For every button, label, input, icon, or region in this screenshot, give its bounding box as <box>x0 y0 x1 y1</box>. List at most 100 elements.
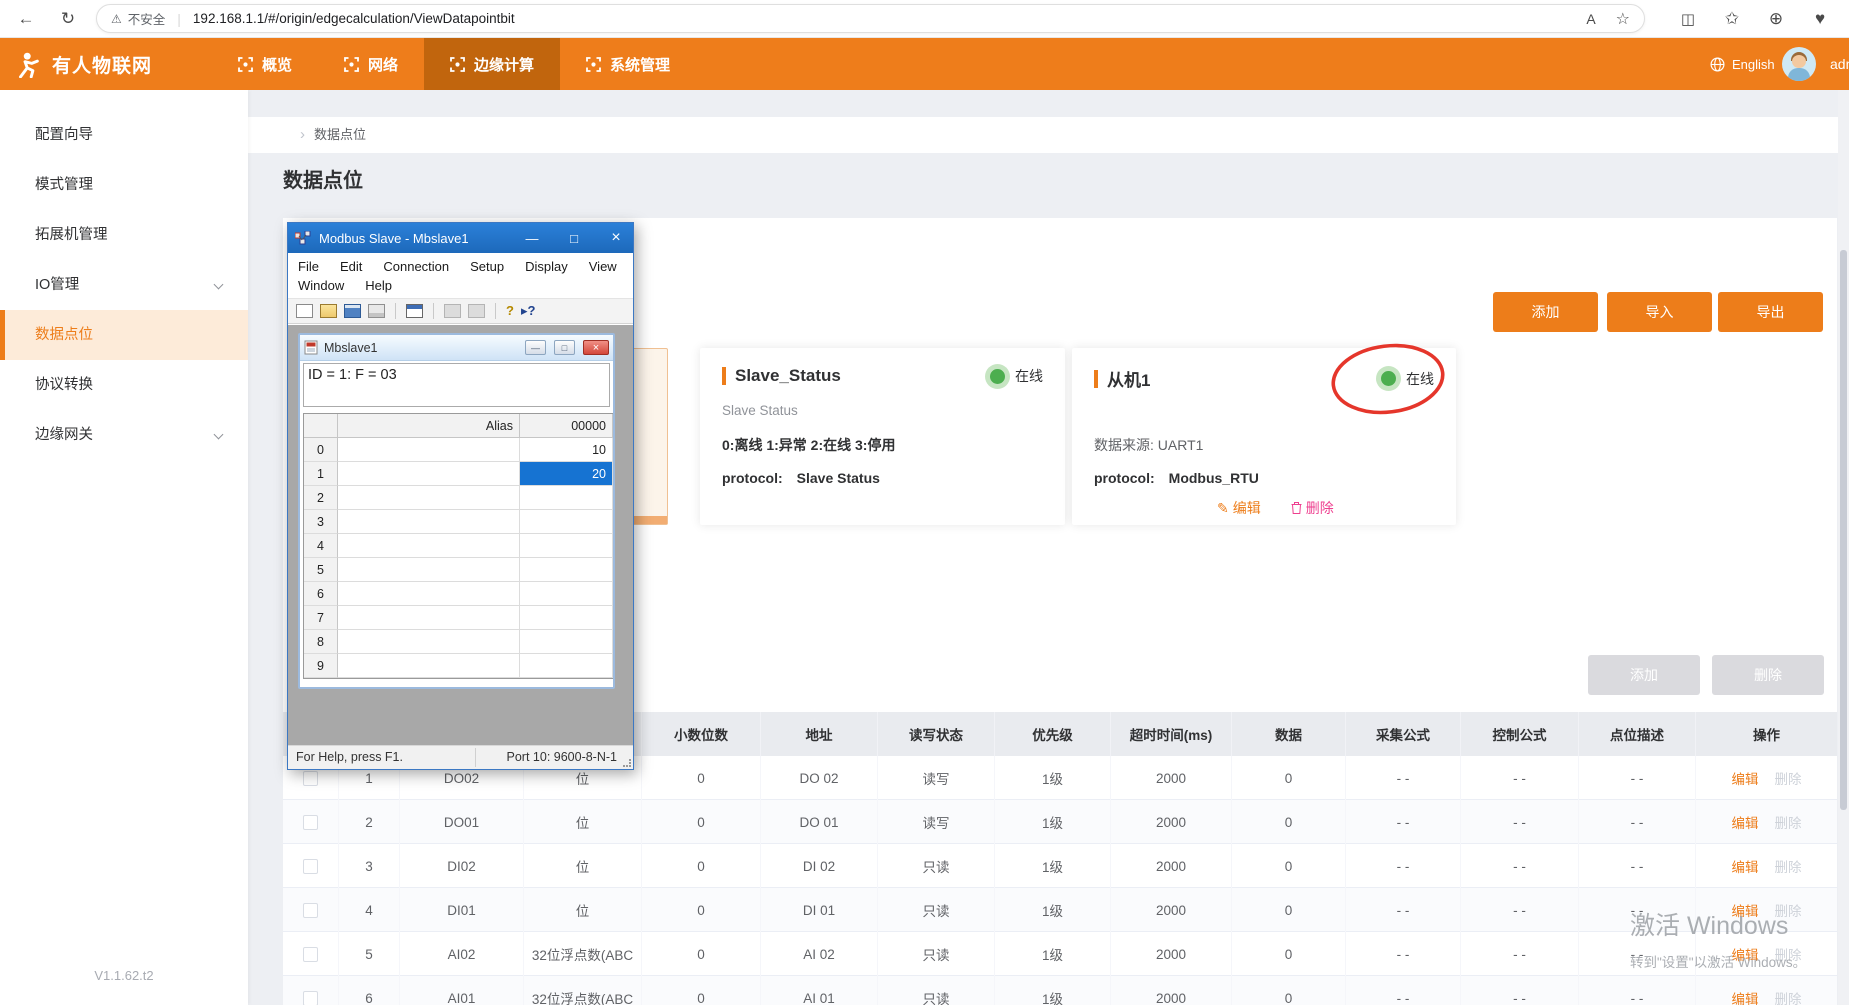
sidebar-item[interactable]: IO管理 <box>0 260 248 310</box>
sidebar-item[interactable]: 协议转换 <box>0 360 248 410</box>
row-checkbox[interactable] <box>303 815 318 830</box>
grid-alias-cell[interactable] <box>338 438 520 462</box>
row-delete-button[interactable]: 删除 <box>1775 812 1802 832</box>
menu-item[interactable]: Help <box>365 278 392 293</box>
grid-alias-cell[interactable] <box>338 558 520 582</box>
grid-alias-cell[interactable] <box>338 534 520 558</box>
display-setup-icon[interactable] <box>406 304 423 318</box>
import-button[interactable]: 导入 <box>1607 292 1712 332</box>
menu-item[interactable]: Connection <box>383 259 449 274</box>
nav-tab[interactable]: 系统管理 <box>560 38 696 90</box>
grid-alias-cell[interactable] <box>338 654 520 678</box>
nav-tab[interactable]: 网络 <box>318 38 424 90</box>
grid-value-cell[interactable] <box>520 510 613 534</box>
row-delete-button[interactable]: 删除 <box>1775 856 1802 876</box>
split-screen-icon[interactable]: ◫ <box>1672 0 1704 37</box>
poll-definition-icon[interactable] <box>444 304 461 318</box>
sidebar-item[interactable]: 数据点位 <box>0 310 248 360</box>
add-device-button[interactable]: 添加 <box>1493 292 1598 332</box>
row-checkbox[interactable] <box>303 859 318 874</box>
menu-item[interactable]: Setup <box>470 259 504 274</box>
sidebar-item[interactable]: 配置向导 <box>0 110 248 160</box>
slave-status-card[interactable]: Slave_Status 在线 Slave Status 0:离线 1:异常 2… <box>700 348 1065 525</box>
row-edit-button[interactable]: 编辑 <box>1732 812 1759 832</box>
device-card[interactable]: 从机1 在线 数据来源: UART1 protocol: Modbus_RTU … <box>1072 348 1456 525</box>
row-edit-button[interactable]: 编辑 <box>1732 900 1759 920</box>
row-edit-button[interactable]: 编辑 <box>1732 856 1759 876</box>
address-bar[interactable]: ⚠ 不安全 | 192.168.1.1/#/origin/edgecalcula… <box>96 4 1645 33</box>
row-delete-button[interactable]: 删除 <box>1775 944 1802 964</box>
favorites-bar-icon[interactable]: ✩ <box>1716 0 1748 37</box>
grid-value-cell[interactable] <box>520 558 613 582</box>
favorite-icon[interactable]: ☆ <box>1616 9 1630 29</box>
close-icon[interactable]: × <box>599 223 633 253</box>
context-help-icon[interactable]: ▸? <box>521 304 535 318</box>
menu-item[interactable]: Edit <box>340 259 362 274</box>
row-checkbox[interactable] <box>303 991 318 1005</box>
export-button[interactable]: 导出 <box>1718 292 1823 332</box>
row-edit-button[interactable]: 编辑 <box>1732 988 1759 1005</box>
back-icon[interactable]: ← <box>10 0 42 37</box>
resize-grip[interactable] <box>623 759 631 767</box>
modbus-slave-window[interactable]: Modbus Slave - Mbslave1 — □ × File Edit Co… <box>287 222 634 770</box>
table-delete-button[interactable]: 删除 <box>1712 655 1824 695</box>
open-file-icon[interactable] <box>320 304 337 318</box>
grid-value-cell[interactable] <box>520 606 613 630</box>
card-edit-button[interactable]: ✎ 编辑 <box>1217 498 1261 518</box>
brand[interactable]: 有人物联网 <box>16 38 152 90</box>
print-icon[interactable] <box>368 304 385 318</box>
row-checkbox[interactable] <box>303 771 318 786</box>
grid-value-cell[interactable] <box>520 486 613 510</box>
mbslave-document-window[interactable]: Mbslave1 — □ × ID = 1: F = 03 Alias 0000… <box>298 333 615 689</box>
new-file-icon[interactable] <box>296 304 313 318</box>
grid-alias-cell[interactable] <box>338 582 520 606</box>
nav-tab[interactable]: 概览 <box>212 38 318 90</box>
menu-item[interactable]: File <box>298 259 319 274</box>
row-checkbox[interactable] <box>303 947 318 962</box>
table-add-button[interactable]: 添加 <box>1588 655 1700 695</box>
grid-value-cell[interactable]: 10 <box>520 438 613 462</box>
grid-alias-cell[interactable] <box>338 510 520 534</box>
row-delete-button[interactable]: 删除 <box>1775 900 1802 920</box>
doc-minimize-icon[interactable]: — <box>525 340 546 355</box>
menu-item[interactable]: Window <box>298 278 344 293</box>
grid-alias-cell[interactable] <box>338 606 520 630</box>
help-icon[interactable]: ? <box>506 304 514 318</box>
grid-alias-cell[interactable] <box>338 462 520 486</box>
minimize-icon[interactable]: — <box>515 223 549 253</box>
doc-restore-icon[interactable]: □ <box>554 340 575 355</box>
collections-icon[interactable]: ⊕ <box>1760 0 1792 37</box>
menu-item[interactable]: View <box>589 259 617 274</box>
maximize-icon[interactable]: □ <box>557 223 591 253</box>
sidebar-item[interactable]: 边缘网关 <box>0 410 248 460</box>
grid-value-cell[interactable] <box>520 582 613 606</box>
refresh-icon[interactable]: ↻ <box>52 0 84 37</box>
browser-essentials-icon[interactable]: ♥ <box>1804 0 1836 37</box>
row-checkbox[interactable] <box>303 903 318 918</box>
url-text[interactable]: 192.168.1.1/#/origin/edgecalculation/Vie… <box>193 11 1566 26</box>
avatar[interactable] <box>1782 47 1816 81</box>
row-delete-button[interactable]: 删除 <box>1775 768 1802 788</box>
language-switch[interactable]: English <box>1710 38 1775 90</box>
grid-alias-cell[interactable] <box>338 486 520 510</box>
grid-value-cell[interactable]: 20 <box>520 462 613 486</box>
save-icon[interactable] <box>344 304 361 318</box>
grid-alias-cell[interactable] <box>338 630 520 654</box>
document-titlebar[interactable]: Mbslave1 — □ × <box>300 335 613 361</box>
doc-close-icon[interactable]: × <box>583 340 609 355</box>
communication-icon[interactable] <box>468 304 485 318</box>
card-delete-button[interactable]: 删除 <box>1291 498 1334 518</box>
scrollbar-thumb[interactable] <box>1840 250 1847 810</box>
row-edit-button[interactable]: 编辑 <box>1732 944 1759 964</box>
menu-item[interactable]: Display <box>525 259 568 274</box>
row-edit-button[interactable]: 编辑 <box>1732 768 1759 788</box>
sidebar-item[interactable]: 模式管理 <box>0 160 248 210</box>
row-delete-button[interactable]: 删除 <box>1775 988 1802 1005</box>
grid-value-cell[interactable] <box>520 534 613 558</box>
window-titlebar[interactable]: Modbus Slave - Mbslave1 — □ × <box>288 223 633 253</box>
read-aloud-icon[interactable]: A <box>1586 11 1595 27</box>
nav-tab[interactable]: 边缘计算 <box>424 38 560 90</box>
grid-value-cell[interactable] <box>520 630 613 654</box>
grid-value-cell[interactable] <box>520 654 613 678</box>
sidebar-item[interactable]: 拓展机管理 <box>0 210 248 260</box>
